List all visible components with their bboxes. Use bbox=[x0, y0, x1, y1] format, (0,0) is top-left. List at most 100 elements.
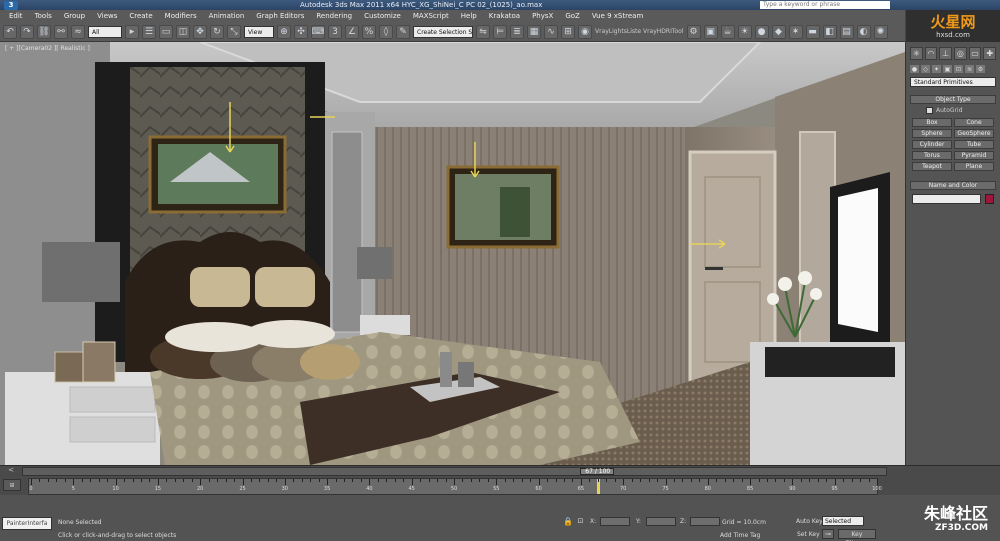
hierarchy-tab-icon[interactable]: ⊥ bbox=[939, 46, 953, 60]
autogrid-row[interactable]: AutoGrid bbox=[926, 107, 996, 114]
name-and-color-rollout[interactable]: Name and Color bbox=[910, 181, 996, 190]
cameras-icon[interactable]: ▣ bbox=[943, 65, 952, 73]
menu-item-krakatoa[interactable]: Krakatoa bbox=[484, 12, 525, 20]
track-bar-toggle-icon[interactable]: ⊞ bbox=[3, 479, 21, 491]
snaps-toggle-icon[interactable]: 3 bbox=[328, 24, 342, 39]
create-pyramid-button[interactable]: Pyramid bbox=[954, 151, 994, 160]
create-plane-button[interactable]: Plane bbox=[954, 162, 994, 171]
layer-manager-icon[interactable]: ≣ bbox=[510, 24, 524, 39]
select-by-name-icon[interactable]: ☰ bbox=[142, 24, 156, 39]
undo-icon[interactable]: ↶ bbox=[3, 24, 17, 39]
menu-item-edit[interactable]: Edit bbox=[4, 12, 28, 20]
spinner-snap-icon[interactable]: ◊ bbox=[379, 24, 393, 39]
vray-fur-icon[interactable]: ✶ bbox=[788, 24, 803, 39]
angle-snap-icon[interactable]: ∠ bbox=[345, 24, 359, 39]
z-coordinate-field[interactable] bbox=[690, 517, 720, 526]
curve-editor-icon[interactable]: ∿ bbox=[544, 24, 558, 39]
vray-frame-buffer-icon[interactable]: ▤ bbox=[839, 24, 854, 39]
utilities-tab-icon[interactable]: ✚ bbox=[983, 46, 997, 60]
menu-item-animation[interactable]: Animation bbox=[204, 12, 250, 20]
reference-coordinate-dropdown[interactable]: View bbox=[244, 25, 274, 38]
create-cylinder-button[interactable]: Cylinder bbox=[912, 140, 952, 149]
motion-tab-icon[interactable]: ◎ bbox=[954, 46, 967, 60]
object-type-rollout[interactable]: Object Type bbox=[910, 95, 996, 104]
create-tab-icon[interactable]: ✳ bbox=[910, 46, 923, 60]
add-time-tag[interactable]: Add Time Tag bbox=[720, 532, 760, 539]
select-manipulate-icon[interactable]: ✣ bbox=[294, 24, 308, 39]
unlink-icon[interactable]: ⚯ bbox=[54, 24, 68, 39]
timeslider-prev-icon[interactable]: < bbox=[2, 466, 20, 475]
track-bar[interactable]: 0 5 10 15 20 25 30 35 40 45 50 55 60 65 70 75 80 85 90 95 10… bbox=[28, 478, 882, 495]
vray-light-icon[interactable]: ☀ bbox=[737, 24, 752, 39]
vray-plane-icon[interactable]: ▬ bbox=[805, 24, 820, 39]
menu-item-customize[interactable]: Customize bbox=[359, 12, 406, 20]
shapes-icon[interactable]: ◇ bbox=[921, 65, 930, 73]
vray-mesh-export-icon[interactable]: ◧ bbox=[822, 24, 837, 39]
menu-item-modifiers[interactable]: Modifiers bbox=[160, 12, 202, 20]
menu-item-tools[interactable]: Tools bbox=[30, 12, 57, 20]
menu-item-maxscript[interactable]: MAXScript bbox=[408, 12, 454, 20]
menu-item-group[interactable]: Group bbox=[59, 12, 90, 20]
mirror-icon[interactable]: ⇋ bbox=[476, 24, 490, 39]
key-mode-dropdown[interactable]: Selected bbox=[822, 516, 864, 526]
create-torus-button[interactable]: Torus bbox=[912, 151, 952, 160]
move-icon[interactable]: ✥ bbox=[193, 24, 207, 39]
create-geosphere-button[interactable]: GeoSphere bbox=[954, 129, 994, 138]
menu-item-views[interactable]: Views bbox=[92, 12, 122, 20]
vray-sun-icon[interactable]: ✺ bbox=[873, 24, 888, 39]
lights-icon[interactable]: ✦ bbox=[932, 65, 941, 73]
auto-key-button[interactable]: Auto Key bbox=[796, 518, 823, 525]
menu-item-create[interactable]: Create bbox=[124, 12, 157, 20]
menu-item-physx[interactable]: PhysX bbox=[527, 12, 558, 20]
time-slider[interactable]: 67 / 100 bbox=[22, 467, 887, 476]
menu-item-help[interactable]: Help bbox=[456, 12, 482, 20]
set-key-icon[interactable]: ⊸ bbox=[822, 529, 834, 539]
bind-space-warp-icon[interactable]: ≈ bbox=[71, 24, 85, 39]
modify-tab-icon[interactable]: ◠ bbox=[924, 46, 938, 60]
primitive-category-dropdown[interactable]: Standard Primitives bbox=[910, 77, 996, 87]
object-color-swatch[interactable] bbox=[985, 194, 994, 204]
viewport-label[interactable]: [ + ][Camera02 ][ Realistic ] bbox=[5, 45, 90, 52]
pivot-center-icon[interactable]: ⊕ bbox=[277, 24, 291, 39]
create-teapot-button[interactable]: Teapot bbox=[912, 162, 952, 171]
schematic-view-icon[interactable]: ⊞ bbox=[561, 24, 575, 39]
helpers-icon[interactable]: ⊡ bbox=[954, 65, 963, 73]
systems-icon[interactable]: ⚙ bbox=[976, 65, 985, 73]
selection-lock-icon[interactable]: 🔒 bbox=[563, 517, 573, 526]
object-name-field[interactable] bbox=[912, 194, 981, 204]
create-cone-button[interactable]: Cone bbox=[954, 118, 994, 127]
maxscript-listener-field[interactable]: PainterInterfa bbox=[2, 517, 52, 530]
scale-icon[interactable]: ⤡ bbox=[227, 24, 241, 39]
display-tab-icon[interactable]: ▭ bbox=[968, 46, 982, 60]
menu-item-rendering[interactable]: Rendering bbox=[311, 12, 357, 20]
absolute-mode-icon[interactable]: ⊡ bbox=[576, 517, 585, 526]
menu-item-goz[interactable]: GoZ bbox=[560, 12, 585, 20]
y-coordinate-field[interactable] bbox=[646, 517, 676, 526]
selection-filter-dropdown[interactable]: All bbox=[88, 25, 122, 38]
rendered-frame-window-icon[interactable]: ▣ bbox=[703, 24, 718, 39]
material-editor-icon[interactable]: ◉ bbox=[578, 24, 592, 39]
rectangular-selection-icon[interactable]: ▭ bbox=[159, 24, 173, 39]
select-object-icon[interactable]: ▸ bbox=[125, 24, 139, 39]
camera-viewport[interactable]: [ + ][Camera02 ][ Realistic ] bbox=[0, 42, 905, 465]
align-icon[interactable]: ⊨ bbox=[493, 24, 507, 39]
space-warps-icon[interactable]: ≋ bbox=[965, 65, 974, 73]
rotate-icon[interactable]: ↻ bbox=[210, 24, 224, 39]
redo-icon[interactable]: ↷ bbox=[20, 24, 34, 39]
vray-proxy-icon[interactable]: ◆ bbox=[771, 24, 786, 39]
graphite-ribbon-icon[interactable]: ▦ bbox=[527, 24, 541, 39]
vray-camera-icon[interactable]: ◐ bbox=[856, 24, 871, 39]
autogrid-checkbox[interactable] bbox=[926, 107, 933, 114]
link-icon[interactable]: ⛓ bbox=[37, 24, 51, 39]
named-selection-edit-icon[interactable]: ✎ bbox=[396, 24, 410, 39]
percent-snap-icon[interactable]: % bbox=[362, 24, 376, 39]
create-sphere-button[interactable]: Sphere bbox=[912, 129, 952, 138]
menu-item-graph-editors[interactable]: Graph Editors bbox=[251, 12, 309, 20]
geometry-icon[interactable]: ● bbox=[910, 65, 919, 73]
time-slider-handle[interactable]: 67 / 100 bbox=[579, 468, 614, 475]
vray-toolbar-text[interactable]: VrayLightsListe VrayHDRITool bbox=[595, 28, 684, 35]
render-production-icon[interactable]: ☕ bbox=[720, 24, 735, 39]
vray-sphere-icon[interactable]: ● bbox=[754, 24, 769, 39]
help-search-input[interactable]: Type a keyword or phrase bbox=[760, 1, 890, 9]
app-logo-icon[interactable]: 3 bbox=[0, 0, 22, 10]
